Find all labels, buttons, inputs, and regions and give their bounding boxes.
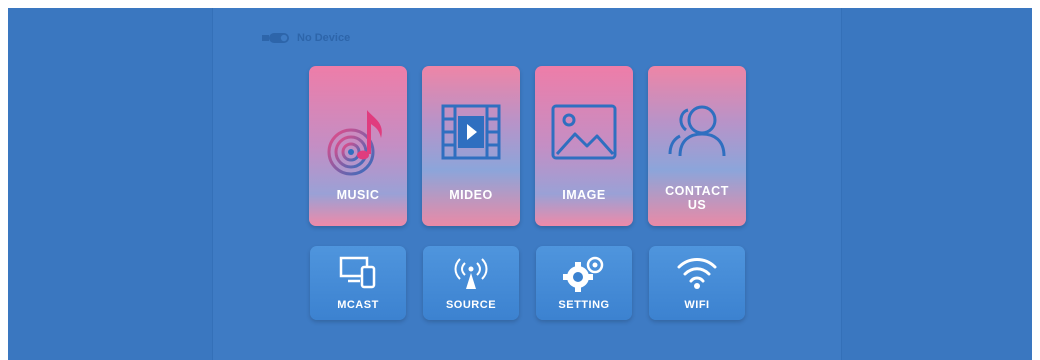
device-status: No Device bbox=[261, 32, 350, 44]
video-tile[interactable]: MIDEO bbox=[422, 66, 520, 226]
antenna-broadcast-icon bbox=[423, 255, 519, 293]
contact-users-icon bbox=[648, 100, 746, 160]
video-film-icon bbox=[422, 100, 520, 164]
music-tile[interactable]: MUSIC bbox=[309, 66, 407, 226]
gears-icon bbox=[536, 255, 632, 293]
device-status-label: No Device bbox=[297, 32, 351, 44]
image-tile[interactable]: IMAGE bbox=[535, 66, 633, 226]
wifi-icon bbox=[649, 255, 745, 291]
mcast-tile-label: MCAST bbox=[337, 299, 379, 311]
music-tile-label: MUSIC bbox=[336, 188, 380, 202]
wifi-tile-label: WIFI bbox=[684, 299, 710, 311]
usb-device-icon bbox=[262, 33, 289, 43]
music-note-icon bbox=[309, 100, 407, 180]
screen-mirror-icon bbox=[310, 255, 406, 291]
mcast-tile[interactable]: MCAST bbox=[310, 246, 406, 320]
setting-tile[interactable]: SETTING bbox=[536, 246, 632, 320]
image-landscape-icon bbox=[535, 100, 633, 164]
main-menu-panel: No Device MUSIC MIDEO IMAGE CONTACT US M… bbox=[212, 8, 842, 360]
source-tile-label: SOURCE bbox=[445, 299, 497, 311]
image-tile-label: IMAGE bbox=[562, 188, 606, 202]
video-tile-label: MIDEO bbox=[449, 188, 493, 202]
contact-us-tile-label: CONTACT US bbox=[665, 184, 729, 212]
source-tile[interactable]: SOURCE bbox=[423, 246, 519, 320]
setting-tile-label: SETTING bbox=[558, 299, 610, 311]
wifi-tile[interactable]: WIFI bbox=[649, 246, 745, 320]
contact-us-tile[interactable]: CONTACT US bbox=[648, 66, 746, 226]
screen-background: No Device MUSIC MIDEO IMAGE CONTACT US M… bbox=[8, 8, 1032, 360]
